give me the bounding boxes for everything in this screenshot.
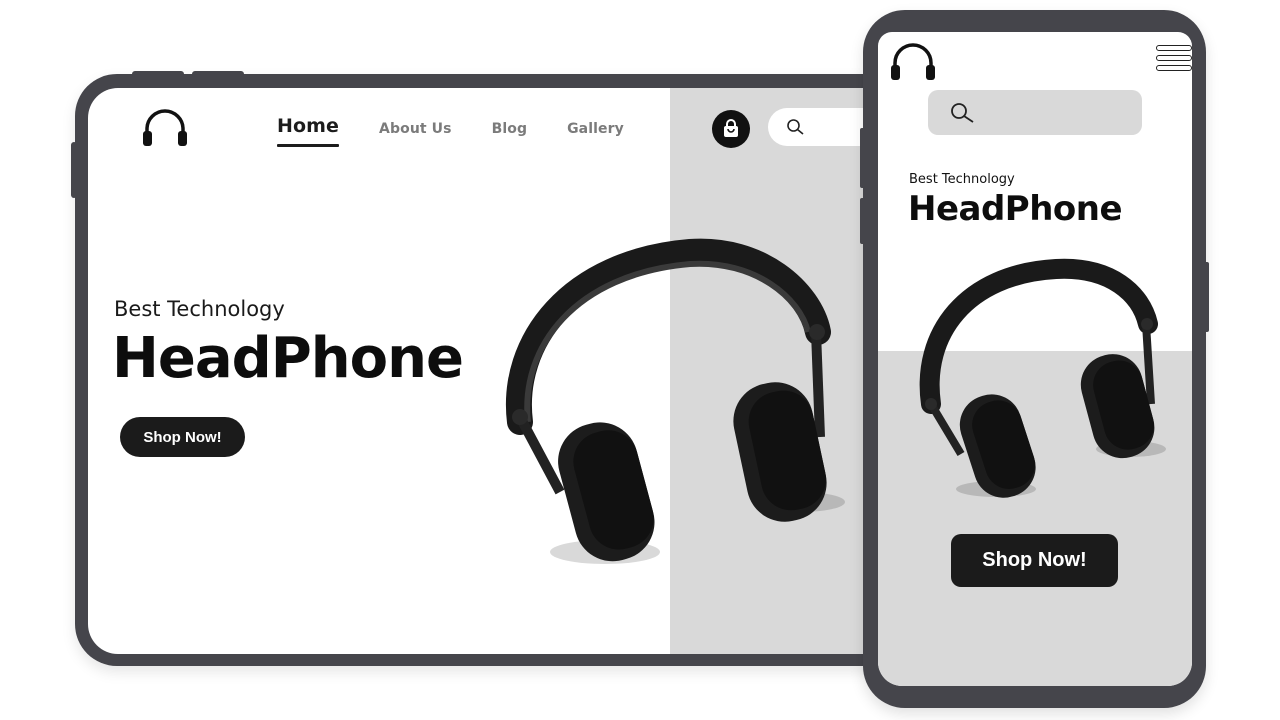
tablet-screen: Home About Us Blog Gallery Best Technolo… bbox=[88, 88, 925, 654]
phone-hero-subtitle: Best Technology bbox=[909, 172, 1015, 187]
phone-volume-down-button bbox=[860, 198, 865, 244]
nav-gallery-link[interactable]: Gallery bbox=[567, 121, 624, 143]
main-nav: Home About Us Blog Gallery bbox=[277, 115, 664, 147]
phone-frame: Best Technology HeadPhone Shop Now! bbox=[860, 10, 1209, 708]
cart-button[interactable] bbox=[712, 110, 750, 148]
phone-hero-title: HeadPhone bbox=[908, 189, 1123, 229]
hero-title: HeadPhone bbox=[112, 326, 464, 391]
nav-about-link[interactable]: About Us bbox=[379, 121, 452, 143]
shop-now-button[interactable]: Shop Now! bbox=[120, 417, 245, 457]
nav-home-link[interactable]: Home bbox=[277, 115, 340, 147]
phone-shop-now-button[interactable]: Shop Now! bbox=[951, 534, 1118, 587]
tablet-volume-button bbox=[192, 71, 244, 77]
hero-subtitle: Best Technology bbox=[114, 297, 285, 321]
search-icon bbox=[787, 119, 804, 135]
shopping-bag-icon bbox=[724, 119, 738, 137]
tablet-power-button bbox=[132, 71, 184, 77]
headphones-product-image bbox=[505, 238, 845, 564]
tablet-side-button bbox=[71, 142, 77, 198]
phone-search-input[interactable] bbox=[928, 90, 1142, 135]
headphones-icon[interactable] bbox=[889, 41, 937, 81]
phone-power-button bbox=[1204, 262, 1209, 332]
hamburger-menu-icon[interactable] bbox=[1156, 45, 1192, 75]
search-icon bbox=[951, 103, 974, 123]
headphones-product-image bbox=[919, 258, 1166, 498]
phone-screen: Best Technology HeadPhone Shop Now! bbox=[878, 32, 1192, 686]
phone-volume-up-button bbox=[860, 128, 865, 188]
nav-blog-link[interactable]: Blog bbox=[492, 121, 528, 143]
tablet-frame: Home About Us Blog Gallery Best Technolo… bbox=[71, 71, 925, 666]
headphones-icon[interactable] bbox=[141, 107, 189, 147]
